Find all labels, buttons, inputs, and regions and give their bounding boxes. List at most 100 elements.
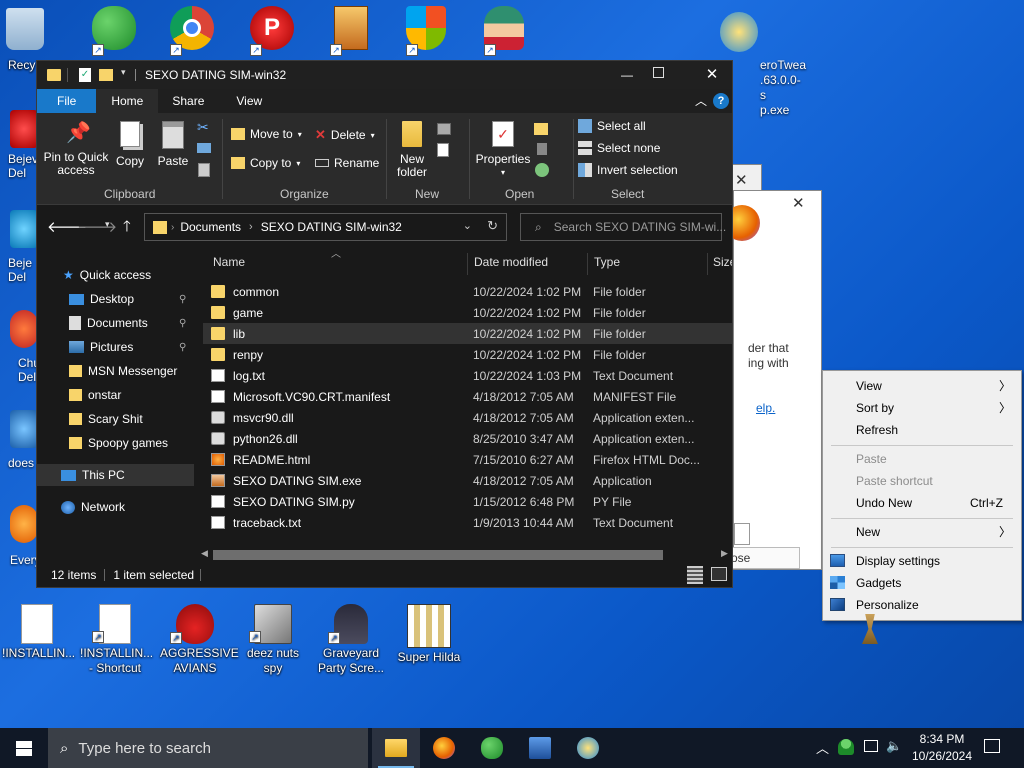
nav-item-documents[interactable]: Documents ⚲ — [37, 312, 194, 334]
copy-to-button[interactable]: Copy to ▾ — [231, 156, 300, 170]
pin-to-quick-access-button[interactable]: 📌 Pin to Quick access — [43, 121, 109, 177]
desktop-icon-bejeweled-1[interactable]: Bejev Del — [4, 110, 38, 190]
desktop-icon-game-box[interactable]: ↗ — [330, 6, 380, 56]
scroll-left-icon[interactable]: ◀ — [201, 548, 208, 559]
history-icon[interactable] — [535, 163, 549, 177]
nav-item-msn-messenger[interactable]: MSN Messenger — [37, 360, 194, 382]
nav-item-spoopy-games[interactable]: Spoopy games — [37, 432, 194, 454]
column-header-size[interactable]: Size — [713, 249, 732, 275]
column-header-name[interactable]: Name — [213, 249, 245, 275]
close-icon[interactable]: ✕ — [735, 171, 748, 189]
nav-item-scary-shit[interactable]: Scary Shit — [37, 408, 194, 430]
details-view-icon[interactable] — [687, 566, 703, 584]
tab-home[interactable]: Home — [96, 89, 159, 113]
taskbar-search-box[interactable]: ⌕ Type here to search — [48, 728, 368, 768]
desktop-icon-graveyard-party[interactable]: ↗ Graveyard Party Scre... — [316, 604, 386, 676]
new-item-icon[interactable] — [437, 123, 451, 135]
help-link[interactable]: elp. — [756, 401, 775, 415]
recent-locations-icon[interactable]: ▾ — [105, 219, 110, 230]
menu-item-gadgets[interactable]: Gadgets — [823, 572, 1021, 594]
nav-item-onstar[interactable]: onstar — [37, 384, 194, 406]
desktop-icon-does[interactable]: does — [4, 410, 38, 480]
taskbar-msn-messenger[interactable] — [468, 728, 516, 768]
tab-file[interactable]: File — [37, 89, 97, 113]
paste-button[interactable]: Paste — [155, 121, 191, 168]
move-to-button[interactable]: Move to ▾ — [231, 127, 302, 141]
pin-icon[interactable]: ⚲ — [179, 318, 186, 329]
copy-button[interactable]: Copy — [113, 121, 147, 168]
nav-item-pictures[interactable]: Pictures ⚲ — [37, 336, 194, 358]
desktop-icon-bejeweled-2[interactable]: Beje Del — [4, 210, 38, 290]
horizontal-scrollbar[interactable]: ◀ ▶ — [195, 547, 732, 563]
taskbar-file-explorer[interactable] — [372, 728, 420, 768]
file-row[interactable]: msvcr90.dll 4/18/2012 7:05 AM Application … — [203, 407, 732, 428]
network-tray-icon[interactable] — [864, 740, 878, 752]
desktop-icon-chrome[interactable]: ↗ — [170, 6, 220, 56]
rename-button[interactable]: Rename — [315, 156, 379, 170]
menu-item-personalize[interactable]: Personalize — [823, 594, 1021, 616]
nav-this-pc[interactable]: This PC — [37, 464, 194, 486]
desktop-icon-installing-shortcut[interactable]: ↗ !INSTALLIN... - Shortcut — [80, 604, 153, 676]
menu-item-paste-shortcut[interactable]: Paste shortcut — [823, 470, 1021, 492]
volume-icon[interactable]: 🔈 — [886, 738, 902, 754]
desktop-icon-aggressive-avians[interactable]: ↗ AGGRESSIVE AVIANS — [160, 604, 239, 676]
show-hidden-icons-icon[interactable]: ︿ — [816, 738, 829, 757]
clock[interactable]: 8:34 PM 10/26/2024 — [906, 731, 978, 765]
file-row[interactable]: common 10/22/2024 1:02 PM File folder — [203, 281, 732, 302]
scrollbar-thumb[interactable] — [213, 550, 663, 560]
file-row[interactable]: renpy 10/22/2024 1:02 PM File folder — [203, 344, 732, 365]
select-all-button[interactable]: Select all — [578, 119, 646, 133]
close-button[interactable]: ✕ — [703, 63, 721, 87]
properties-check-icon[interactable]: ✓ — [79, 68, 91, 82]
close-button[interactable]: ose — [730, 547, 800, 569]
menu-item-sort-by[interactable]: Sort by 〉 — [823, 397, 1021, 419]
title-bar[interactable]: ✓ ▾ SEXO DATING SIM-win32 — ✕ — [37, 61, 732, 89]
desktop-icon-installing[interactable]: !INSTALLIN... — [2, 604, 75, 661]
new-folder-button[interactable]: New folder — [393, 121, 431, 179]
help-icon[interactable]: ? — [713, 93, 729, 109]
column-separator[interactable] — [587, 253, 588, 275]
desktop-icon-anime-game[interactable]: ↗ — [484, 6, 534, 56]
pin-icon[interactable]: ⚲ — [179, 294, 186, 305]
pin-icon[interactable]: ⚲ — [179, 342, 186, 353]
menu-item-new[interactable]: New 〉 — [823, 521, 1021, 543]
taskbar-firefox[interactable] — [420, 728, 468, 768]
file-row[interactable]: log.txt 10/22/2024 1:03 PM Text Document — [203, 365, 732, 386]
people-icon[interactable] — [838, 739, 854, 755]
desktop-icon-recycle-bin[interactable]: Recy — [0, 8, 44, 72]
file-row[interactable]: Microsoft.VC90.CRT.manifest 4/18/2012 7:0… — [203, 386, 732, 407]
file-row[interactable]: python26.dll 8/25/2010 3:47 AM Application… — [203, 428, 732, 449]
column-header-date[interactable]: Date modified — [474, 249, 548, 275]
open-icon[interactable] — [534, 123, 548, 135]
tab-view[interactable]: View — [218, 89, 280, 113]
edit-icon[interactable] — [537, 143, 547, 155]
file-row[interactable]: SEXO DATING SIM.exe 4/18/2012 7:05 AM Appl… — [203, 470, 732, 491]
close-icon[interactable]: ✕ — [792, 194, 805, 212]
up-arrow-icon[interactable]: 🡑 — [123, 216, 131, 241]
address-dropdown-icon[interactable]: ⌄ — [463, 219, 472, 232]
menu-item-paste[interactable]: Paste — [823, 448, 1021, 470]
desktop-icon-windows-security[interactable]: ↗ — [406, 6, 456, 56]
large-icons-view-icon[interactable] — [711, 567, 727, 581]
menu-item-view[interactable]: View 〉 — [823, 375, 1021, 397]
nav-network[interactable]: Network — [37, 496, 194, 518]
collapse-ribbon-icon[interactable]: ︿ — [695, 92, 707, 109]
menu-item-display-settings[interactable]: Display settings — [823, 550, 1021, 572]
file-row[interactable]: lib 10/22/2024 1:02 PM File folder — [203, 323, 732, 344]
background-window-front[interactable]: ✕ der that ing with elp. ose — [724, 190, 822, 570]
select-none-button[interactable]: Select none — [578, 141, 660, 155]
column-separator[interactable] — [467, 253, 468, 275]
file-explorer-window[interactable]: ✓ ▾ SEXO DATING SIM-win32 — ✕ File Home … — [36, 60, 733, 588]
notification-icon[interactable] — [984, 739, 1000, 753]
file-row[interactable]: traceback.txt 1/9/2013 10:44 AM Text Docum… — [203, 512, 732, 533]
easy-access-icon[interactable] — [437, 143, 449, 157]
desktop-icon-super-hilda[interactable]: Super Hilda — [394, 604, 464, 665]
taskbar-app-2[interactable] — [564, 728, 612, 768]
start-button[interactable] — [0, 728, 48, 768]
delete-button[interactable]: ✕ Delete ▾ — [315, 127, 375, 143]
chevron-down-icon[interactable]: ▾ — [121, 67, 126, 78]
properties-button[interactable]: ✓ Properties ▾ — [474, 121, 532, 179]
file-row[interactable]: SEXO DATING SIM.py 1/15/2012 6:48 PM PY Fi… — [203, 491, 732, 512]
column-separator[interactable] — [707, 253, 708, 275]
nav-quick-access[interactable]: ★ Quick access — [37, 264, 194, 286]
